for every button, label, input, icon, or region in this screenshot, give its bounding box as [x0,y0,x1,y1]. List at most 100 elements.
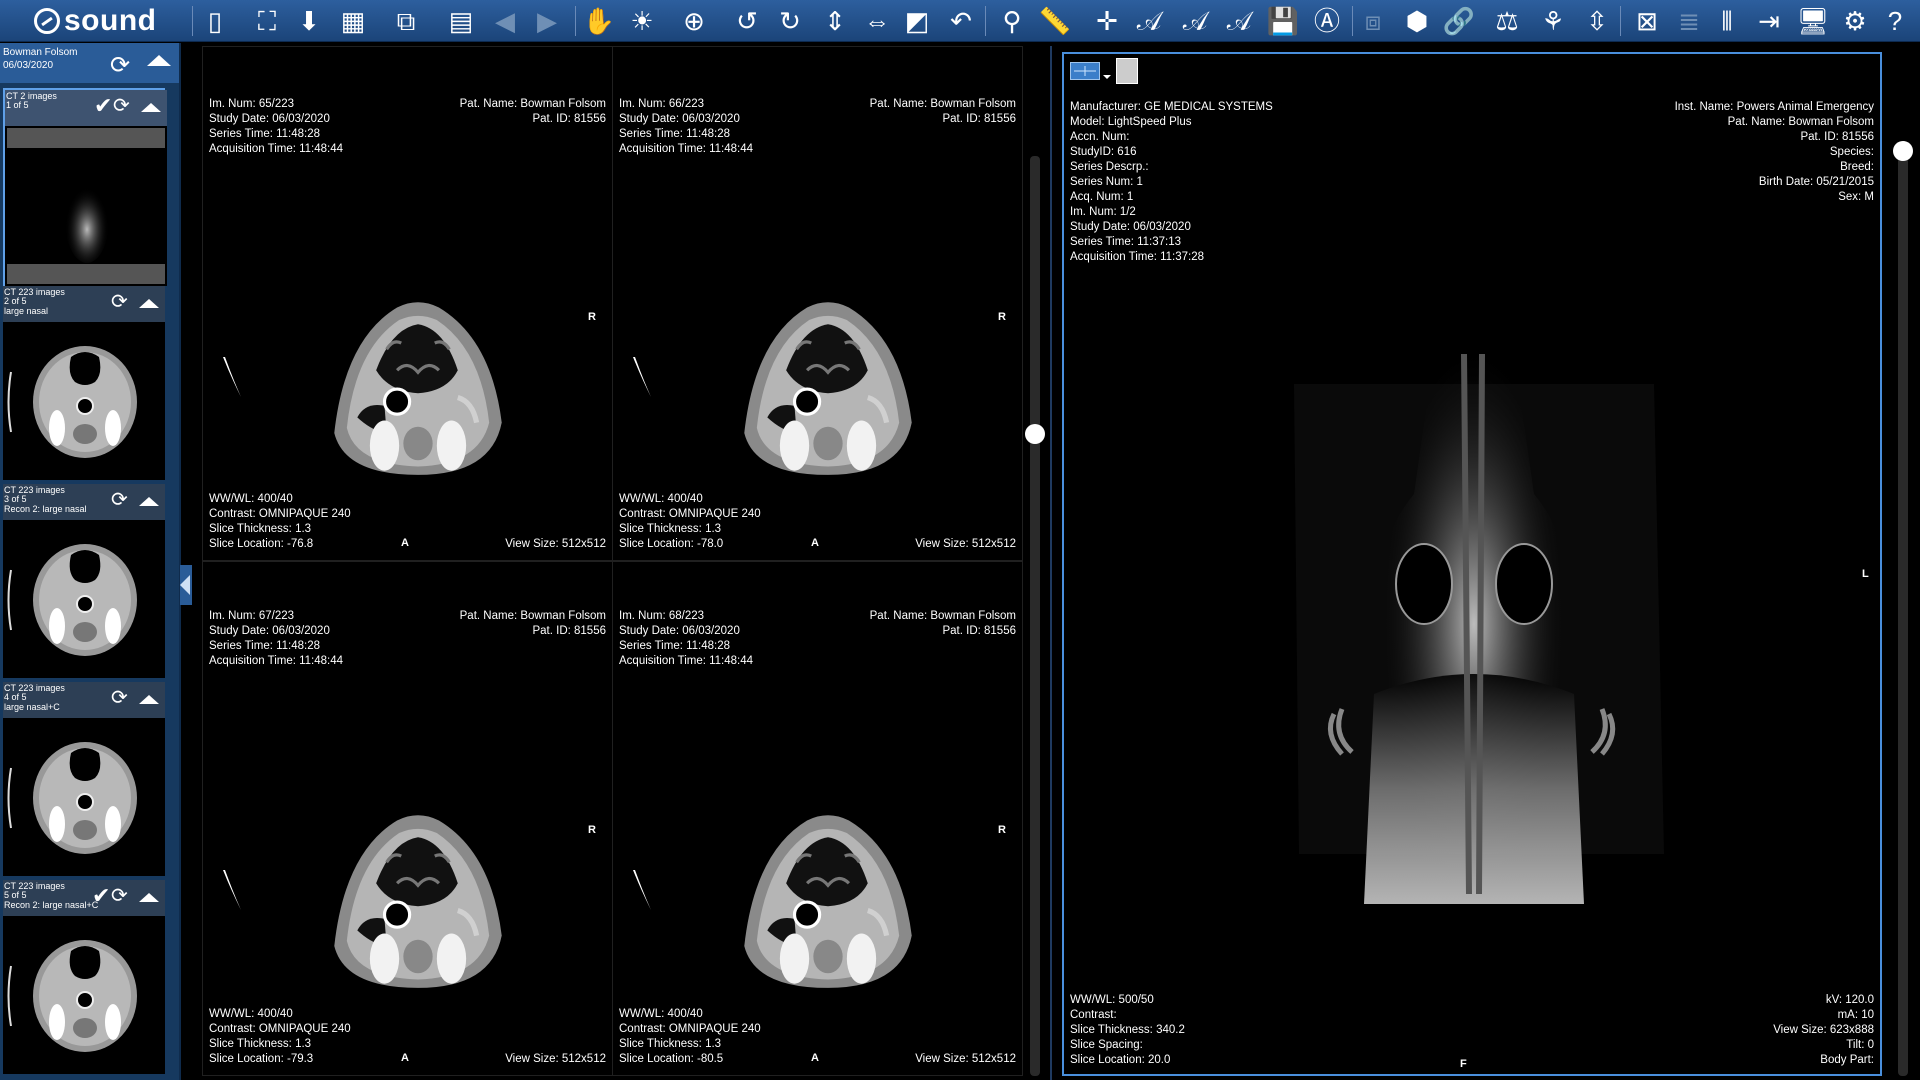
flip-vertical-icon[interactable]: ⇕ [818,4,852,38]
display-icon[interactable]: 🖥 [1796,4,1830,38]
notes-icon[interactable]: ≣ [1672,4,1706,38]
viewport-scout[interactable]: Manufacturer: GE MEDICAL SYSTEMS Model: L… [1062,52,1882,1076]
next-series-icon[interactable]: ▶ [530,4,564,38]
scrollbar-thumb[interactable] [1025,424,1045,444]
im-num: Im. Num: 68/223 [619,610,705,622]
overlay-line: Inst. Name: Powers Animal Emergency [1674,101,1874,113]
series-thumbnail-3[interactable]: CT 223 images 3 of 5 Recon 2: large nasa… [3,484,165,682]
series-stack-icon[interactable] [1116,58,1138,84]
scroll-sync-icon[interactable]: ⇳ [1580,4,1614,38]
refresh-icon[interactable]: ⟳ [110,51,130,80]
layout-1x1-icon[interactable]: ▯ [198,4,232,38]
series-thumbnail-4[interactable]: CT 223 images 4 of 5 large nasal+C ⟳ [3,682,165,880]
refresh-icon[interactable]: ⟳ [111,685,128,710]
series-thumbnail-image[interactable] [3,916,165,1074]
series-thumbnail-1[interactable]: CT 2 images 1 of 5 ✔ ⟳ [3,88,167,286]
help-icon[interactable]: ? [1878,4,1912,38]
series-thumbnail-image[interactable] [3,718,165,876]
layout-menu-button[interactable] [1070,62,1111,80]
annotation-text-icon[interactable]: 𝒜 [1132,4,1166,38]
scrollbar-thumb[interactable] [1893,141,1913,161]
needle-artifact [633,357,651,397]
ruler-icon[interactable]: 📏 [1038,4,1072,38]
export-icon[interactable]: ⇥ [1752,4,1786,38]
hanging-protocol-icon[interactable]: ⧉ [389,4,423,38]
series-thumbnail-image[interactable] [3,322,165,480]
crosshair-icon[interactable]: ✛ [1090,4,1124,38]
collapse-study-icon[interactable] [147,55,171,66]
clear-all-annotations-icon[interactable]: 𝒜 [1222,4,1256,38]
hide-icon[interactable]: ⚘ [1536,4,1570,38]
window-level-icon[interactable]: ☀ [625,4,659,38]
series-thumbnail-5[interactable]: CT 223 images 5 of 5 Recon 2: large nasa… [3,880,165,1078]
slice-thickness: Slice Thickness: 1.3 [209,1038,312,1050]
right-scrollbar[interactable] [1893,141,1913,1076]
link-series-icon[interactable]: 🔗 [1442,4,1476,38]
window-level: WW/WL: 400/40 [619,493,703,505]
overlay-line: Acq. Num: 1 [1070,191,1134,203]
rotate-right-90-icon[interactable]: ↻ [773,4,807,38]
pan-hand-icon[interactable]: ✋ [582,4,616,38]
3d-volume-icon[interactable]: ⬢ [1400,4,1434,38]
collapse-series-icon[interactable] [139,893,159,902]
invert-icon[interactable]: ◩ [900,4,934,38]
overlay-bottom-left: WW/WL: 500/50 Contrast: Slice Thickness: 3… [1070,993,1185,1068]
roi-icon[interactable]: ⚲ [995,4,1029,38]
series-header: CT 223 images 4 of 5 large nasal+C ⟳ [3,682,165,718]
study-date: 06/03/2020 [3,60,54,71]
scout-image [1224,294,1724,904]
patient-id: Pat. ID: 81556 [942,113,1016,125]
collapse-panel-tab[interactable] [180,565,192,605]
window-level: WW/WL: 400/40 [209,1008,293,1020]
series-thumbnail-2[interactable]: CT 223 images 2 of 5 large nasal ⟳ [3,286,165,484]
patient-name: Pat. Name: Bowman Folsom [459,98,606,110]
collapse-series-icon[interactable] [139,299,159,308]
undo-icon[interactable]: ↶ [944,4,978,38]
flip-horizontal-icon[interactable]: ⇔ [860,4,894,38]
acquisition-time: Acquisition Time: 11:48:44 [209,655,344,667]
settings-icon[interactable]: ⚙ [1838,4,1872,38]
acquisition-time: Acquisition Time: 11:48:44 [619,655,754,667]
fit-screen-icon[interactable]: ⛶ [250,4,284,38]
split-view-icon[interactable]: ⦀ [1710,4,1744,38]
save-layout-icon[interactable]: ⬇ [292,4,326,38]
orientation-right-marker: R [588,311,596,323]
refresh-icon[interactable]: ⟳ [111,289,128,314]
patient-id: Pat. ID: 81556 [532,113,606,125]
refresh-icon[interactable]: ⟳ [111,487,128,512]
prev-series-icon[interactable]: ◀ [488,4,522,38]
series-description: Recon 2: large nasal+C [4,900,99,910]
viewport-2[interactable]: Im. Num: 66/223 Study Date: 06/03/2020 S… [612,46,1023,561]
series-thumbnail-image[interactable] [3,520,165,678]
rotate-left-90-icon[interactable]: ↺ [730,4,764,38]
series-index: 2 of 5 [4,296,27,306]
overlay-line: Im. Num: 1/2 [1070,206,1136,218]
series-index: 5 of 5 [4,890,27,900]
patient-name: Pat. Name: Bowman Folsom [869,98,1016,110]
refresh-icon[interactable]: ⟳ [111,883,128,908]
clear-annotation-icon[interactable]: 𝒜 [1178,4,1212,38]
layout-grid-icon[interactable]: ▦ [336,4,370,38]
compare-icon[interactable]: ⚖ [1490,4,1524,38]
viewport-1[interactable]: Im. Num: 65/223 Study Date: 06/03/2020 S… [202,46,613,561]
refresh-icon[interactable]: ⟳ [113,93,130,118]
collapse-series-icon[interactable] [141,103,161,112]
collapse-series-icon[interactable] [139,497,159,506]
save-icon[interactable]: 💾 [1266,4,1300,38]
clear-viewer-icon[interactable]: ⊠ [1630,4,1664,38]
series-thumbnail-image[interactable] [5,126,167,286]
orientation-right-marker: R [588,824,596,836]
text-label-icon[interactable]: Ⓐ [1310,4,1344,38]
viewport-4[interactable]: Im. Num: 68/223 Study Date: 06/03/2020 S… [612,561,1023,1076]
overlay-line: Birth Date: 05/21/2015 [1758,176,1874,188]
view-size: View Size: 512x512 [505,538,606,550]
center-scrollbar[interactable] [1025,156,1045,1076]
viewport-3[interactable]: Im. Num: 67/223 Study Date: 06/03/2020 S… [202,561,613,1076]
collapse-series-icon[interactable] [139,695,159,704]
right-viewer: Manufacturer: GE MEDICAL SYSTEMS Model: L… [1060,46,1920,1080]
mpr-icon[interactable]: ⧈ [1356,4,1390,38]
zoom-icon[interactable]: ⊕ [677,4,711,38]
patient-name: Pat. Name: Bowman Folsom [459,610,606,622]
series-header: CT 2 images 1 of 5 ✔ ⟳ [5,90,167,126]
report-icon[interactable]: ▤ [444,4,478,38]
